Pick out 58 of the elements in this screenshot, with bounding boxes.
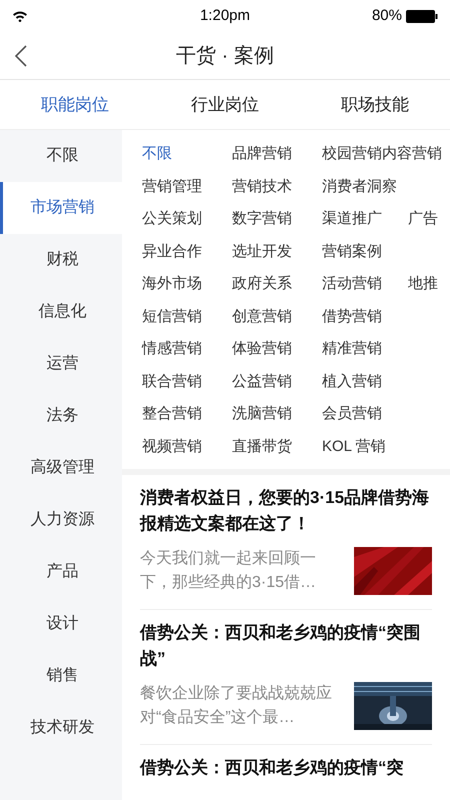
- article-title[interactable]: 消费者权益日，您要的3·15品牌借势海报精选文案都在这了！: [140, 485, 432, 537]
- tag-option[interactable]: 消费者洞察: [322, 176, 397, 198]
- tag-option[interactable]: 异业合作: [142, 240, 202, 263]
- tag-option[interactable]: 营销案例: [322, 240, 382, 263]
- sidebar-item[interactable]: 销售: [0, 650, 122, 702]
- article-title[interactable]: 借势公关：西贝和老乡鸡的疫情“突围战”: [140, 620, 432, 672]
- sidebar-item[interactable]: 运营: [0, 338, 122, 390]
- sidebar-item[interactable]: 不限: [0, 130, 122, 182]
- tag-option[interactable]: 借势营销: [322, 306, 382, 328]
- category-tab[interactable]: 行业岗位: [150, 80, 300, 129]
- tag-option[interactable]: 地推: [408, 273, 438, 296]
- sidebar-item[interactable]: 财税: [0, 234, 122, 286]
- tag-option[interactable]: 公益营销: [232, 370, 292, 393]
- tag-option[interactable]: 不限: [142, 143, 172, 166]
- tag-option[interactable]: 直播带货: [232, 436, 292, 458]
- sidebar-item[interactable]: 法务: [0, 390, 122, 442]
- tag-option[interactable]: 联合营销: [142, 370, 202, 393]
- tag-option[interactable]: 植入营销: [322, 370, 382, 393]
- tag-option[interactable]: 校园营销: [322, 143, 382, 166]
- tag-option[interactable]: 政府关系: [232, 273, 292, 296]
- wifi-icon: [12, 10, 28, 22]
- tag-option[interactable]: 洗脑营销: [232, 403, 292, 426]
- category-tab[interactable]: 职能岗位: [0, 80, 150, 129]
- battery-icon: [406, 10, 438, 22]
- sidebar-item[interactable]: 技术研发: [0, 702, 122, 754]
- tag-option[interactable]: 数字营销: [232, 208, 292, 230]
- tag-option[interactable]: 精准营销: [322, 338, 382, 360]
- status-time: 1:20pm: [200, 6, 250, 26]
- battery-level: 80%: [372, 6, 402, 26]
- tag-option[interactable]: 会员营销: [322, 403, 382, 426]
- tag-option[interactable]: 营销管理: [142, 176, 202, 198]
- tag-option[interactable]: 体验营销: [232, 338, 292, 360]
- tag-option[interactable]: 短信营销: [142, 306, 202, 328]
- article-excerpt: 餐饮企业除了要战战兢兢应对“食品安全”这个最…: [140, 684, 333, 728]
- tag-option[interactable]: 公关策划: [142, 208, 202, 230]
- sidebar-item[interactable]: 信息化: [0, 286, 122, 338]
- tag-option[interactable]: 海外市场: [142, 273, 202, 296]
- tag-option[interactable]: 营销技术: [232, 176, 292, 198]
- tag-option[interactable]: 活动营销: [322, 273, 382, 296]
- tag-option[interactable]: 创意营销: [232, 306, 292, 328]
- category-tab[interactable]: 职场技能: [300, 80, 450, 129]
- tag-option[interactable]: 品牌营销: [232, 143, 292, 166]
- sidebar-item[interactable]: 设计: [0, 598, 122, 650]
- tag-option[interactable]: 情感营销: [142, 338, 202, 360]
- tag-option[interactable]: 选址开发: [232, 240, 292, 263]
- tag-option[interactable]: 广告: [408, 208, 438, 230]
- sidebar-item[interactable]: 市场营销: [0, 182, 122, 234]
- tag-option[interactable]: 整合营销: [142, 403, 202, 426]
- tag-option[interactable]: 渠道推广: [322, 208, 382, 230]
- tag-option[interactable]: KOL 营销: [322, 436, 386, 458]
- sidebar-item[interactable]: 人力资源: [0, 494, 122, 546]
- tag-option[interactable]: 内容营销: [382, 143, 442, 166]
- article-excerpt: 今天我们就一起来回顾一下，那些经典的3·15借…: [140, 548, 318, 593]
- tag-option[interactable]: 视频营销: [142, 436, 202, 458]
- sidebar-item[interactable]: 高级管理: [0, 442, 122, 494]
- article-title[interactable]: 借势公关：西贝和老乡鸡的疫情“突: [140, 755, 432, 781]
- sidebar-item[interactable]: 产品: [0, 546, 122, 598]
- page-title: 干货 · 案例: [176, 44, 274, 68]
